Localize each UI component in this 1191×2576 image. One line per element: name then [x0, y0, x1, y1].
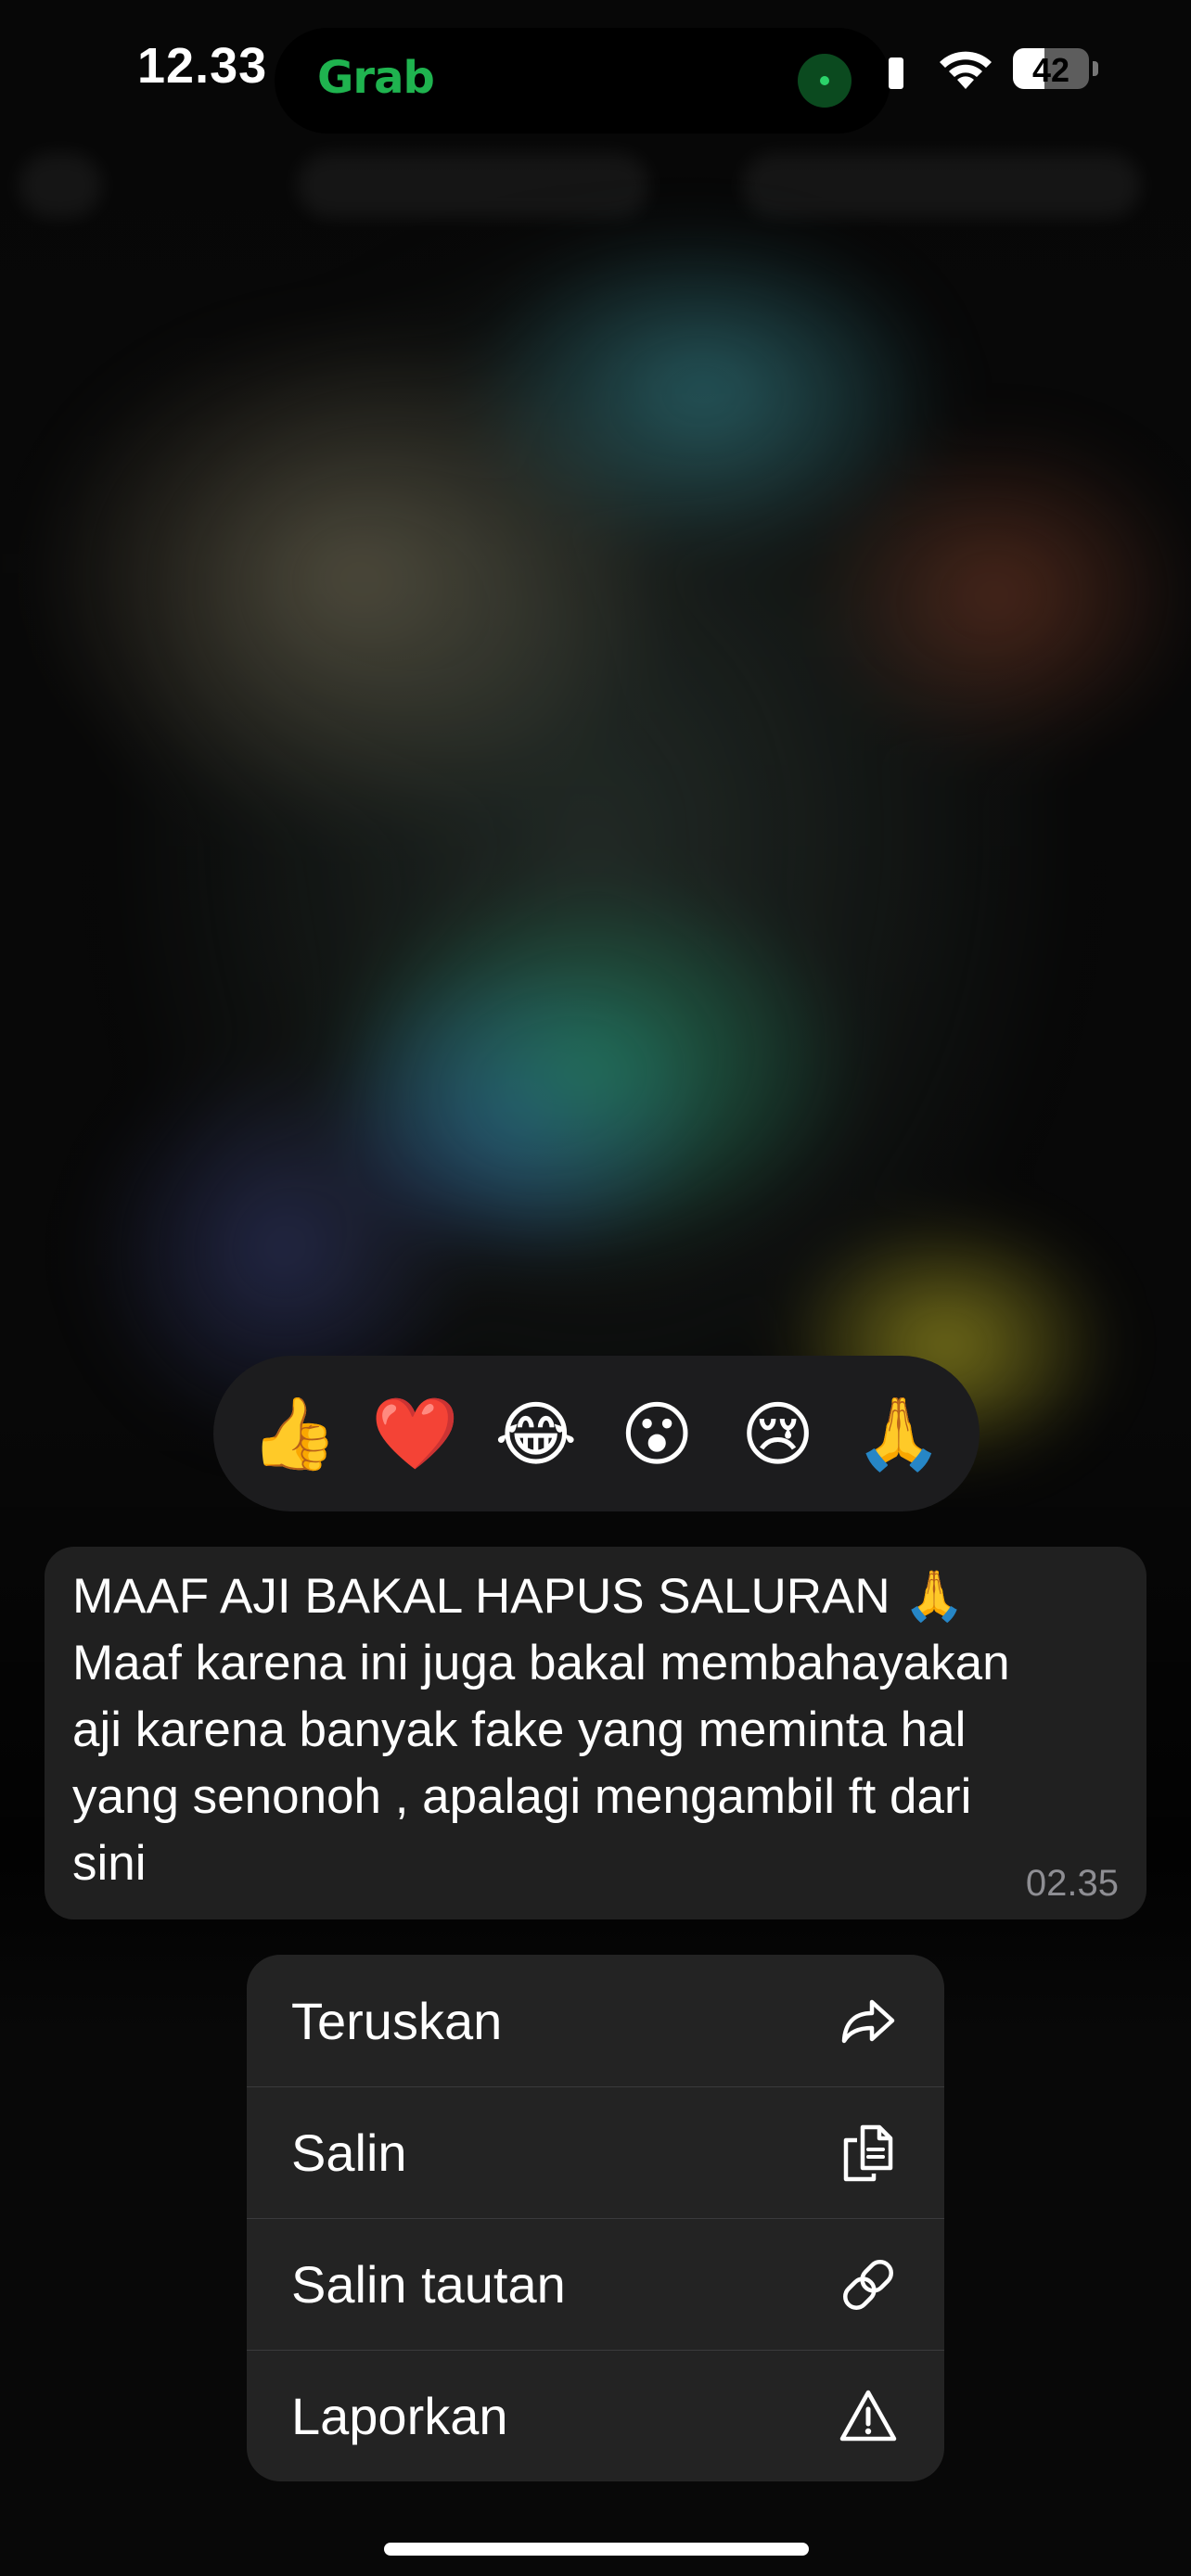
- menu-item-forward[interactable]: Teruskan: [247, 1955, 944, 2086]
- menu-item-copy[interactable]: Salin: [247, 2086, 944, 2218]
- reaction-heart[interactable]: ❤️: [364, 1383, 466, 1485]
- menu-item-report[interactable]: Laporkan: [247, 2350, 944, 2481]
- link-icon: [843, 2259, 893, 2310]
- message-text: MAAF AJI BAKAL HAPUS SALURAN 🙏 Maaf kare…: [72, 1563, 1121, 1897]
- battery-tip: [1093, 61, 1098, 76]
- reaction-laughing[interactable]: 😂: [485, 1383, 587, 1485]
- blurred-header-actions: [742, 153, 1141, 218]
- menu-item-label: Salin: [291, 2123, 407, 2182]
- message-timestamp: 02.35: [1025, 1863, 1119, 1904]
- reaction-picker: 👍 ❤️ 😂 😮 😢 🙏: [213, 1356, 980, 1511]
- message-line: yang senonoh , apalagi mengambil ft dari: [72, 1769, 972, 1824]
- message-line: aji karena banyak fake yang meminta hal: [72, 1702, 967, 1757]
- message-line: sini: [72, 1836, 147, 1891]
- reaction-crying[interactable]: 😢: [726, 1383, 828, 1485]
- cellular-signal-icon: [889, 57, 903, 89]
- blurred-back-button: [19, 153, 102, 218]
- dynamic-island[interactable]: Grab: [275, 28, 890, 134]
- forward-arrow-icon: [841, 1999, 895, 2044]
- message-line: MAAF AJI BAKAL HAPUS SALURAN 🙏: [72, 1569, 966, 1624]
- warning-triangle-icon: [839, 2390, 897, 2441]
- copy-icon: [843, 2124, 893, 2181]
- menu-item-label: Teruskan: [291, 1991, 503, 2050]
- menu-item-label: Salin tautan: [291, 2255, 566, 2314]
- blurred-channel-title: [297, 153, 649, 218]
- grab-live-activity-logo: Grab: [317, 52, 435, 104]
- menu-item-label: Laporkan: [291, 2387, 508, 2445]
- menu-item-copy-link[interactable]: Salin tautan: [247, 2218, 944, 2350]
- battery-level: 42: [1031, 51, 1070, 89]
- selected-message-bubble[interactable]: MAAF AJI BAKAL HAPUS SALURAN 🙏 Maaf kare…: [45, 1547, 1146, 1919]
- wifi-icon: [940, 51, 992, 89]
- grab-status-indicator-icon: [798, 54, 852, 108]
- home-indicator[interactable]: [384, 2543, 809, 2556]
- message-line: Maaf karena ini juga bakal membahayakan: [72, 1636, 1010, 1690]
- battery-icon: 42: [1013, 48, 1089, 89]
- status-time: 12.33: [137, 38, 268, 94]
- reaction-surprised[interactable]: 😮: [606, 1383, 708, 1485]
- message-context-menu: Teruskan Salin Salin tautan Laporkan: [247, 1955, 944, 2481]
- reaction-pray[interactable]: 🙏: [848, 1383, 950, 1485]
- reaction-thumbs-up[interactable]: 👍: [243, 1383, 345, 1485]
